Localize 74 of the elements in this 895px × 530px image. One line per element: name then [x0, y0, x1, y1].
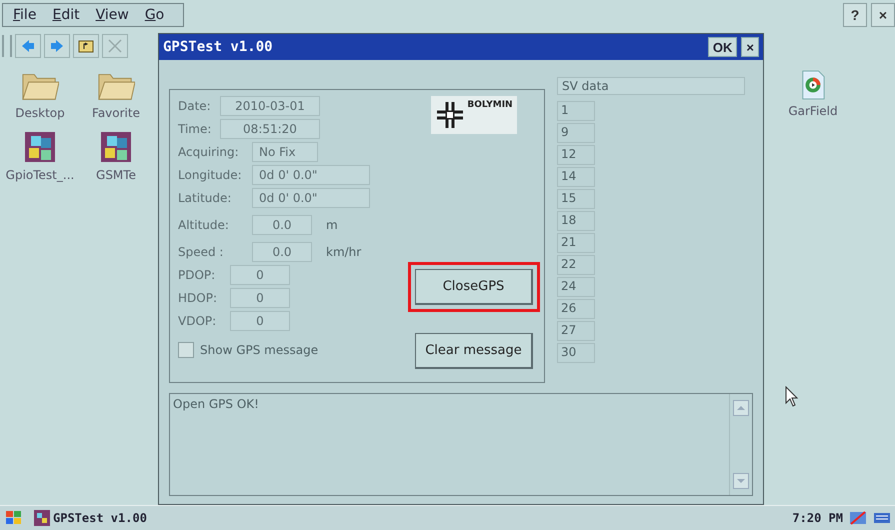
- scroll-up-icon[interactable]: [733, 400, 749, 416]
- sv-data-cell: 30: [557, 343, 595, 363]
- readout-field: 0: [230, 265, 290, 285]
- network-icon[interactable]: [849, 510, 867, 526]
- checkbox-label[interactable]: Show GPS message: [200, 343, 318, 357]
- sv-data-cell: 14: [557, 167, 595, 187]
- message-text: Open GPS OK!: [172, 396, 260, 413]
- clock[interactable]: 7:20 PM: [792, 511, 843, 525]
- logo-text: BOLYMIN: [467, 100, 513, 110]
- field-label: PDOP:: [178, 268, 216, 282]
- readout-field: 2010-03-01: [220, 96, 320, 116]
- desktop-icon-label[interactable]: GSMTe: [96, 168, 136, 182]
- back-button[interactable]: [15, 34, 41, 58]
- readout-field: No Fix: [252, 142, 318, 162]
- field-label: Latitude:: [178, 191, 232, 205]
- media-file-icon[interactable]: [800, 70, 826, 100]
- menu-item[interactable]: File: [13, 7, 36, 23]
- unit-label: m: [326, 218, 338, 232]
- ok-button[interactable]: OK: [708, 37, 738, 57]
- sv-data-cell: 27: [557, 321, 595, 341]
- readout-field: 0: [230, 288, 290, 308]
- field-label: Acquiring:: [178, 145, 240, 159]
- readout-field: 0d 0' 0.0": [252, 188, 370, 208]
- desktop-icon-label[interactable]: Desktop: [15, 106, 65, 120]
- window-title: GPSTest v1.00: [163, 39, 274, 55]
- menu-item[interactable]: Go: [144, 7, 164, 23]
- sv-data-cell: 1: [557, 101, 595, 121]
- taskbar-button[interactable]: GPSTest v1.00: [30, 510, 151, 526]
- readout-field: 0.0: [252, 215, 312, 235]
- field-label: Time:: [178, 122, 212, 136]
- title-button[interactable]: ×: [871, 3, 895, 27]
- sv-data-cell: 12: [557, 145, 595, 165]
- menu-item[interactable]: View: [96, 7, 129, 23]
- field-label: Longitude:: [178, 168, 243, 182]
- sv-data-cell: 15: [557, 189, 595, 209]
- scrollbar[interactable]: [729, 394, 752, 495]
- sv-data-cell: 24: [557, 277, 595, 297]
- unit-label: km/hr: [326, 245, 362, 259]
- readout-field: 08:51:20: [220, 119, 320, 139]
- sv-data-header: SV data: [557, 77, 745, 95]
- cubes-icon: [34, 510, 50, 526]
- push-button[interactable]: Clear message: [415, 333, 533, 369]
- desktop-icon-label[interactable]: GarField: [788, 104, 838, 118]
- checkbox[interactable]: [178, 342, 194, 358]
- left-arrow-icon: [20, 38, 36, 54]
- sv-data-cell: 22: [557, 255, 595, 275]
- menu-item[interactable]: Edit: [52, 7, 80, 23]
- right-arrow-icon: [49, 38, 65, 54]
- logo-mark-icon: [435, 100, 466, 130]
- close-button[interactable]: ×: [741, 37, 759, 57]
- push-button[interactable]: CloseGPS: [415, 269, 533, 305]
- sv-data-cell: 21: [557, 233, 595, 253]
- folder-up-icon: [78, 38, 94, 54]
- sv-data-cell: 26: [557, 299, 595, 319]
- mouse-pointer-icon: [785, 386, 799, 408]
- scroll-down-icon[interactable]: [733, 473, 749, 489]
- field-label: Speed :: [178, 245, 224, 259]
- desktop-icon-label[interactable]: GpioTest_...: [6, 168, 74, 182]
- readout-field: 0: [230, 311, 290, 331]
- sv-data-cell: 18: [557, 211, 595, 231]
- cross-icon: [107, 38, 123, 54]
- toolbar-grip: [2, 35, 12, 57]
- forward-button[interactable]: [44, 34, 70, 58]
- desktop-icon-label[interactable]: Favorite: [92, 106, 140, 120]
- readout-field: 0.0: [252, 242, 312, 262]
- field-label: Date:: [178, 99, 212, 113]
- keyboard-icon[interactable]: [873, 510, 891, 526]
- sv-data-cell: 9: [557, 123, 595, 143]
- readout-field: 0d 0' 0.0": [252, 165, 370, 185]
- field-label: HDOP:: [178, 291, 218, 305]
- field-label: Altitude:: [178, 218, 230, 232]
- title-button[interactable]: ?: [843, 3, 867, 27]
- up-folder-button[interactable]: [73, 34, 99, 58]
- field-label: VDOP:: [178, 314, 218, 328]
